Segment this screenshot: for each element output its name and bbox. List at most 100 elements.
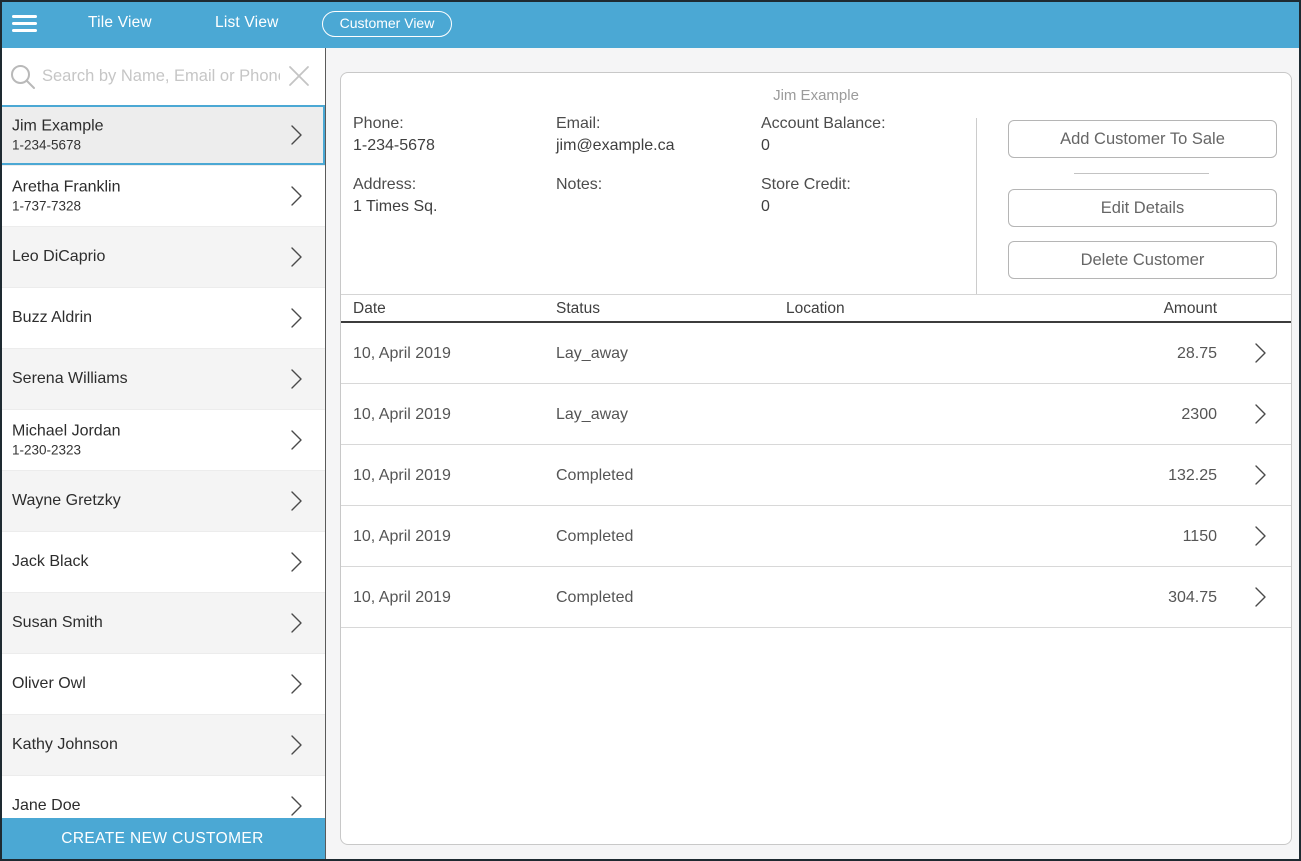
customer-text: Michael Jordan 1-230-2323 bbox=[12, 422, 121, 459]
cell-date: 10, April 2019 bbox=[353, 445, 451, 506]
field-phone: Phone: 1-234-5678 bbox=[353, 113, 435, 157]
customer-list-item[interactable]: Michael Jordan 1-230-2323 bbox=[0, 410, 325, 471]
customer-phone: 1-737-7328 bbox=[12, 198, 121, 215]
transaction-row[interactable]: 10, April 2019 Lay_away 28.75 bbox=[341, 323, 1291, 384]
cell-status: Completed bbox=[556, 506, 633, 567]
cell-amount: 304.75 bbox=[1168, 567, 1217, 628]
customer-sidebar: Jim Example 1-234-5678 Aretha Franklin 1… bbox=[0, 48, 326, 861]
cell-date: 10, April 2019 bbox=[353, 323, 451, 384]
add-customer-to-sale-button[interactable]: Add Customer To Sale bbox=[1008, 120, 1277, 158]
chevron-right-icon bbox=[290, 246, 303, 268]
delete-customer-button[interactable]: Delete Customer bbox=[1008, 241, 1277, 279]
search-input[interactable] bbox=[42, 48, 280, 105]
transaction-row[interactable]: 10, April 2019 Lay_away 2300 bbox=[341, 384, 1291, 445]
search-icon bbox=[9, 63, 36, 90]
transactions-table: 10, April 2019 Lay_away 28.75 10, April … bbox=[341, 323, 1291, 628]
field-email: Email: jim@example.ca bbox=[556, 113, 675, 157]
customer-list-item[interactable]: Buzz Aldrin bbox=[0, 288, 325, 349]
chevron-right-icon bbox=[290, 673, 303, 695]
chevron-right-icon bbox=[290, 612, 303, 634]
customer-text: Jane Doe bbox=[12, 796, 81, 816]
customer-list-item[interactable]: Oliver Owl bbox=[0, 654, 325, 715]
hamburger-icon bbox=[12, 15, 37, 18]
customer-name: Wayne Gretzky bbox=[12, 491, 121, 511]
customer-list-item[interactable]: Leo DiCaprio bbox=[0, 227, 325, 288]
menu-button[interactable] bbox=[12, 14, 38, 34]
customer-text: Aretha Franklin 1-737-7328 bbox=[12, 178, 121, 215]
chevron-right-icon bbox=[290, 307, 303, 329]
customer-name: Aretha Franklin bbox=[12, 178, 121, 198]
customer-name: Leo DiCaprio bbox=[12, 247, 105, 267]
customer-detail-card: Jim Example Phone: 1-234-5678 Email: jim… bbox=[340, 72, 1292, 845]
create-new-customer-button[interactable]: CREATE NEW CUSTOMER bbox=[0, 818, 325, 861]
customer-list-item[interactable]: Aretha Franklin 1-737-7328 bbox=[0, 166, 325, 227]
field-notes: Notes: bbox=[556, 174, 602, 218]
chevron-right-icon bbox=[1254, 342, 1267, 364]
customer-name: Jack Black bbox=[12, 552, 88, 572]
transaction-row[interactable]: 10, April 2019 Completed 304.75 bbox=[341, 567, 1291, 628]
customer-detail-title: Jim Example bbox=[341, 87, 1291, 104]
customer-list-item[interactable]: Wayne Gretzky bbox=[0, 471, 325, 532]
customer-text: Serena Williams bbox=[12, 369, 128, 389]
field-account-balance: Account Balance: 0 bbox=[761, 113, 886, 157]
field-label: Notes: bbox=[556, 174, 602, 196]
field-value: 1 Times Sq. bbox=[353, 196, 437, 218]
customer-name: Michael Jordan bbox=[12, 422, 121, 442]
chevron-right-icon bbox=[1254, 403, 1267, 425]
field-value: jim@example.ca bbox=[556, 135, 675, 157]
search-bar bbox=[0, 48, 325, 105]
transactions-header: Date Status Location Amount bbox=[341, 294, 1291, 323]
chevron-right-icon bbox=[1254, 464, 1267, 486]
button-separator bbox=[1074, 173, 1209, 174]
customer-text: Oliver Owl bbox=[12, 674, 86, 694]
customer-list-item[interactable]: Susan Smith bbox=[0, 593, 325, 654]
field-value: 0 bbox=[761, 135, 886, 157]
customer-text: Susan Smith bbox=[12, 613, 103, 633]
top-bar: Tile View List View Customer View bbox=[0, 0, 1301, 48]
customer-name: Buzz Aldrin bbox=[12, 308, 92, 328]
tab-list-view[interactable]: List View bbox=[215, 14, 279, 32]
customer-list-item[interactable]: Jack Black bbox=[0, 532, 325, 593]
tab-tile-view[interactable]: Tile View bbox=[88, 14, 152, 32]
customer-text: Jack Black bbox=[12, 552, 88, 572]
column-date: Date bbox=[353, 295, 386, 322]
cell-status: Completed bbox=[556, 445, 633, 506]
field-label: Store Credit: bbox=[761, 174, 851, 196]
field-label: Address: bbox=[353, 174, 437, 196]
clear-search-icon[interactable] bbox=[288, 65, 310, 87]
cell-status: Completed bbox=[556, 567, 633, 628]
field-label: Phone: bbox=[353, 113, 435, 135]
customer-list-item[interactable]: Jim Example 1-234-5678 bbox=[0, 105, 325, 166]
field-value: 0 bbox=[761, 196, 851, 218]
chevron-right-icon bbox=[290, 185, 303, 207]
cell-amount: 2300 bbox=[1181, 384, 1217, 445]
edit-details-button[interactable]: Edit Details bbox=[1008, 189, 1277, 227]
customer-name: Susan Smith bbox=[12, 613, 103, 633]
transaction-row[interactable]: 10, April 2019 Completed 1150 bbox=[341, 506, 1291, 567]
cell-amount: 1150 bbox=[1183, 506, 1217, 567]
cell-status: Lay_away bbox=[556, 323, 628, 384]
customer-name: Jim Example bbox=[12, 117, 104, 137]
chevron-right-icon bbox=[290, 490, 303, 512]
customer-list-item[interactable]: Kathy Johnson bbox=[0, 715, 325, 776]
customer-text: Leo DiCaprio bbox=[12, 247, 105, 267]
customer-phone: 1-230-2323 bbox=[12, 442, 121, 459]
customer-text: Buzz Aldrin bbox=[12, 308, 92, 328]
customer-name: Serena Williams bbox=[12, 369, 128, 389]
chevron-right-icon bbox=[290, 551, 303, 573]
chevron-right-icon bbox=[1254, 525, 1267, 547]
customer-list-item[interactable]: Jane Doe bbox=[0, 776, 325, 818]
transaction-row[interactable]: 10, April 2019 Completed 132.25 bbox=[341, 445, 1291, 506]
tab-customer-view[interactable]: Customer View bbox=[322, 11, 452, 37]
customer-list-item[interactable]: Serena Williams bbox=[0, 349, 325, 410]
cell-amount: 28.75 bbox=[1177, 323, 1217, 384]
column-amount: Amount bbox=[1164, 295, 1217, 322]
field-label: Account Balance: bbox=[761, 113, 886, 135]
column-location: Location bbox=[786, 295, 845, 322]
detail-vertical-divider bbox=[976, 118, 977, 294]
field-value: 1-234-5678 bbox=[353, 135, 435, 157]
chevron-right-icon bbox=[290, 429, 303, 451]
main-panel: Jim Example Phone: 1-234-5678 Email: jim… bbox=[327, 48, 1301, 861]
customer-text: Wayne Gretzky bbox=[12, 491, 121, 511]
field-value bbox=[556, 196, 602, 218]
